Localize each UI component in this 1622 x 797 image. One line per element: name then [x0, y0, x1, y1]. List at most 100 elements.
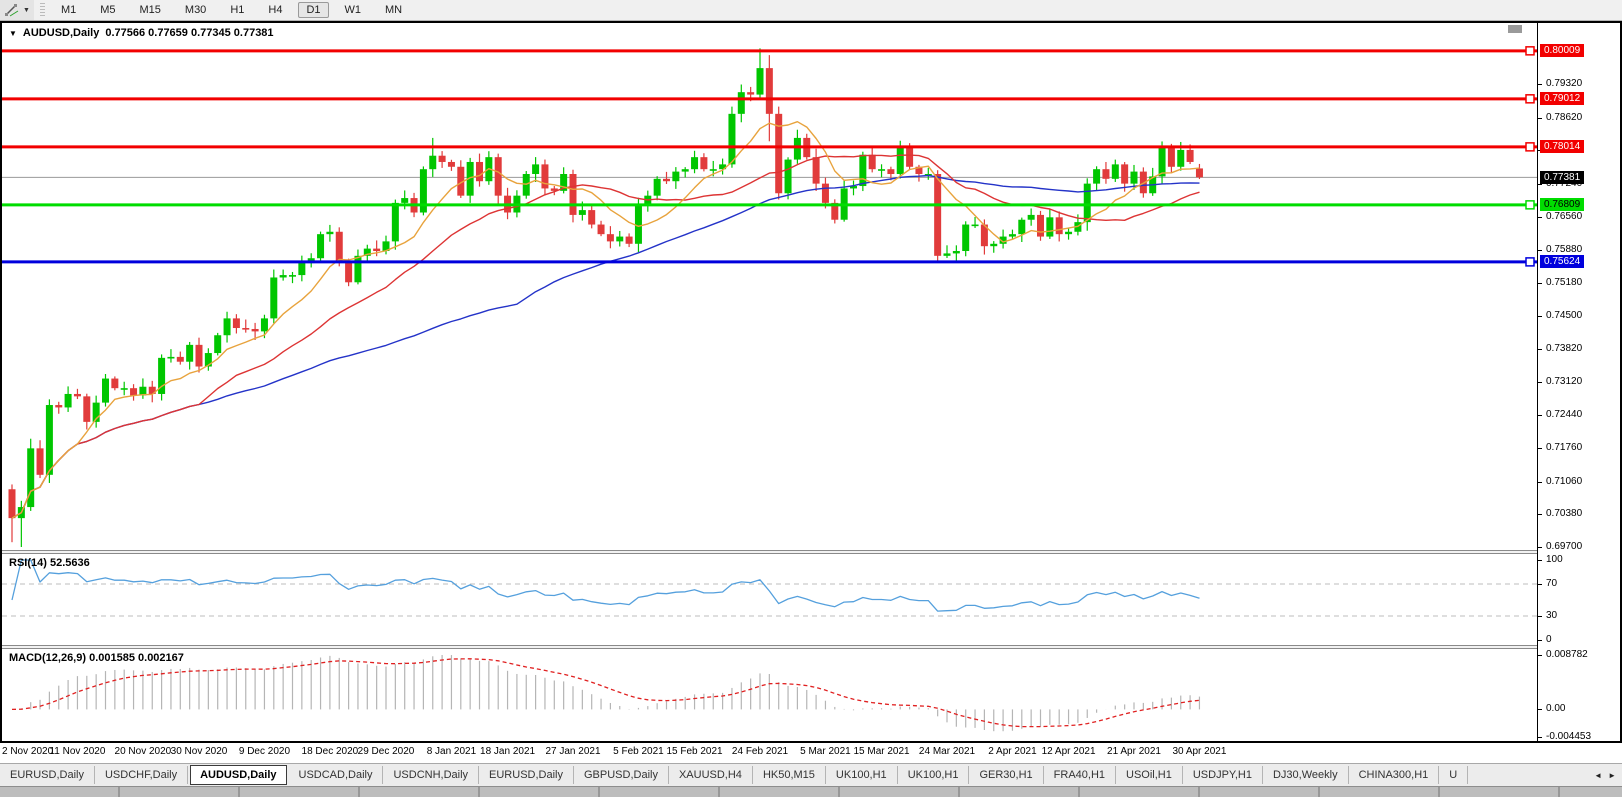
price-tick-label: 0.70380 — [1546, 508, 1583, 520]
tab-scroll-left-icon[interactable]: ◄ — [1594, 771, 1602, 780]
collapse-caret-icon[interactable]: ▼ — [9, 29, 17, 38]
macd-indicator-label: MACD(12,26,9) 0.001585 0.002167 — [9, 652, 184, 664]
price-tick-label: 0.72440 — [1546, 409, 1583, 421]
axis-tick — [1538, 348, 1542, 350]
chart-window: ▼ AUDUSD,Daily 0.77566 0.77659 0.77345 0… — [0, 21, 1622, 743]
timeframe-button-m5[interactable]: M5 — [92, 2, 123, 18]
date-tick-label: 29 Dec 2020 — [357, 746, 415, 757]
timeframe-button-d1[interactable]: D1 — [298, 2, 329, 18]
axis-tick — [1538, 447, 1542, 449]
line-end-marker — [1525, 257, 1535, 267]
ma-21-line — [11, 154, 1200, 519]
date-tick-label: 2 Apr 2021 — [988, 746, 1037, 757]
candlesticks — [8, 48, 1203, 548]
date-tick-label: 5 Mar 2021 — [800, 746, 851, 757]
price-tick-label: 0.75880 — [1546, 243, 1583, 255]
chart-tab-eurusd-daily[interactable]: EURUSD,Daily — [0, 766, 95, 784]
rsi-axis-label: 100 — [1546, 554, 1563, 565]
price-tick-label: 0.73120 — [1546, 376, 1583, 388]
timeframe-button-h4[interactable]: H4 — [260, 2, 290, 18]
timeframe-bar: M1 M5 M15 M30 H1 H4 D1 W1 MN — [53, 2, 418, 18]
timeframe-button-m30[interactable]: M30 — [177, 2, 214, 18]
date-tick-label: 18 Dec 2020 — [301, 746, 359, 757]
date-tick-label: 8 Jan 2021 — [426, 746, 477, 757]
chart-shift-marker[interactable] — [1508, 25, 1522, 33]
chart-tab-xauusd-h4[interactable]: XAUUSD,H4 — [669, 766, 753, 784]
chart-tab-usdchf-daily[interactable]: USDCHF,Daily — [95, 766, 189, 784]
price-tick-label: 0.75180 — [1546, 277, 1583, 289]
line-end-marker — [1525, 200, 1535, 210]
ohlc-values: 0.77566 0.77659 0.77345 0.77381 — [105, 27, 274, 39]
line-end-marker — [1525, 142, 1535, 152]
level-price-label: 0.78014 — [1540, 140, 1585, 154]
date-tick-label: 24 Mar 2021 — [918, 746, 976, 757]
date-tick-label: 18 Jan 2021 — [480, 746, 536, 757]
chart-tab-u[interactable]: U — [1439, 766, 1469, 784]
chart-tab-usdcnh-daily[interactable]: USDCNH,Daily — [383, 766, 480, 784]
timeframe-button-m15[interactable]: M15 — [132, 2, 169, 18]
date-tick-label: 20 Nov 2020 — [114, 746, 172, 757]
date-tick-label: 12 Apr 2021 — [1041, 746, 1096, 757]
rsi-chart-svg[interactable] — [2, 554, 1537, 645]
chart-tab-fra40-h1[interactable]: FRA40,H1 — [1044, 766, 1117, 784]
moving-average-lines — [11, 121, 1200, 519]
line-studies-button[interactable]: ▼ — [0, 0, 34, 20]
macd-axis-label: -0.004453 — [1546, 731, 1592, 741]
date-tick-label: 9 Dec 2020 — [238, 746, 291, 757]
level-price-label: 0.76809 — [1540, 198, 1585, 212]
tab-scroll-right-icon[interactable]: ► — [1608, 771, 1616, 780]
chevron-down-icon[interactable]: ▼ — [23, 7, 30, 14]
chart-tab-eurusd-daily[interactable]: EURUSD,Daily — [479, 766, 574, 784]
date-tick-label: 15 Feb 2021 — [666, 746, 723, 757]
date-tick-label: 30 Apr 2021 — [1172, 746, 1227, 757]
chart-tab-china300-h1[interactable]: CHINA300,H1 — [1349, 766, 1440, 784]
axis-tick — [1538, 249, 1542, 251]
axis-tick — [1538, 415, 1542, 417]
chart-tab-usoil-h1[interactable]: USOil,H1 — [1116, 766, 1183, 784]
chart-tab-usdcad-daily[interactable]: USDCAD,Daily — [289, 766, 384, 784]
line-end-marker — [1525, 46, 1535, 56]
timeframe-button-h1[interactable]: H1 — [222, 2, 252, 18]
macd-chart-svg[interactable] — [2, 649, 1537, 741]
price-tick-label: 0.71760 — [1546, 441, 1583, 453]
rsi-indicator-label: RSI(14) 52.5636 — [9, 557, 90, 569]
axis-tick — [1538, 709, 1542, 711]
date-tick-label: 15 Mar 2021 — [853, 746, 910, 757]
chart-tab-ger30-h1[interactable]: GER30,H1 — [969, 766, 1044, 784]
bid-price-label: 0.77381 — [1540, 170, 1585, 184]
mt4-window: { "toolbar": { "dropdown_caret": "▼", "t… — [0, 0, 1622, 797]
chart-tab-uk100-h1[interactable]: UK100,H1 — [898, 766, 970, 784]
chart-tab-usdjpy-h1[interactable]: USDJPY,H1 — [1183, 766, 1263, 784]
date-tick-label: 21 Apr 2021 — [1107, 746, 1161, 757]
axis-tick — [1538, 584, 1542, 585]
chart-tab-audusd-daily[interactable]: AUDUSD,Daily — [190, 765, 287, 785]
price-tick-label: 0.74500 — [1546, 309, 1583, 321]
date-tick-label: 30 Nov 2020 — [170, 746, 228, 757]
price-axis-column[interactable]: 0.793200.786200.779400.772400.765600.758… — [1537, 23, 1620, 741]
chart-title: ▼ AUDUSD,Daily 0.77566 0.77659 0.77345 0… — [9, 27, 274, 39]
date-tick-label: 5 Feb 2021 — [613, 746, 664, 757]
price-tick-label: 0.71060 — [1546, 475, 1583, 487]
price-tick-label: 0.78620 — [1546, 111, 1583, 123]
chart-tab-uk100-h1[interactable]: UK100,H1 — [826, 766, 898, 784]
axis-tick — [1538, 640, 1542, 641]
price-chart-svg[interactable] — [2, 23, 1537, 550]
chart-tab-dj30-weekly[interactable]: DJ30,Weekly — [1263, 766, 1349, 784]
axis-tick — [1538, 481, 1542, 483]
axis-tick — [1538, 547, 1542, 548]
timeframe-button-w1[interactable]: W1 — [337, 2, 370, 18]
price-tick-label: 0.73820 — [1546, 342, 1583, 354]
date-axis[interactable]: 2 Nov 2020 11 Nov 2020 20 Nov 2020 30 Nov 2… — [0, 743, 1622, 763]
chart-tab-hk50-m15[interactable]: HK50,M15 — [753, 766, 826, 784]
chart-tab-gbpusd-daily[interactable]: GBPUSD,Daily — [574, 766, 669, 784]
axis-tick — [1538, 737, 1542, 738]
date-tick-label: 27 Jan 2021 — [545, 746, 601, 757]
timeframe-button-m1[interactable]: M1 — [53, 2, 84, 18]
axis-tick — [1538, 560, 1542, 561]
rsi-line — [11, 559, 1200, 612]
axis-tick — [1538, 514, 1542, 516]
date-tick-label: 24 Feb 2021 — [731, 746, 789, 757]
date-tick-label: 11 Nov 2020 — [49, 746, 106, 757]
level-price-label: 0.80009 — [1540, 44, 1585, 58]
timeframe-button-mn[interactable]: MN — [377, 2, 410, 18]
